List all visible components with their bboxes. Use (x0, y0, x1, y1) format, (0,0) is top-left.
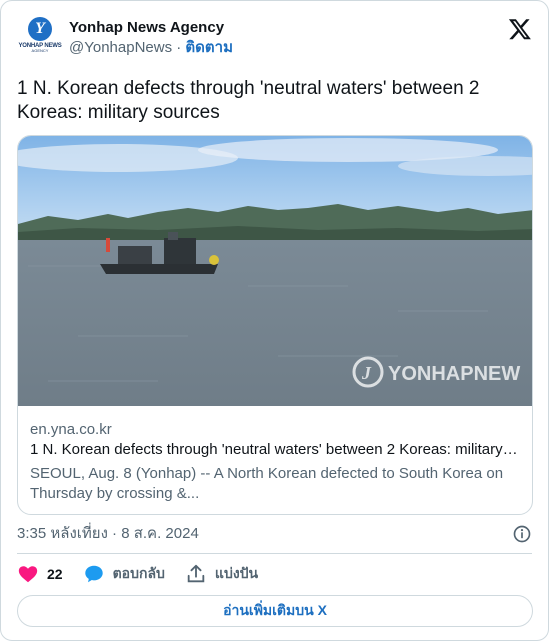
tweet-header: Y YONHAP NEWS AGENCY Yonhap News Agency … (17, 15, 532, 63)
display-name[interactable]: Yonhap News Agency (69, 18, 233, 38)
link-description: SEOUL, Aug. 8 (Yonhap) -- A North Korean… (30, 465, 504, 502)
yonhap-logo-icon: Y (28, 17, 52, 41)
link-meta: en.yna.co.kr 1 N. Korean defects through… (30, 420, 520, 504)
follow-link[interactable]: ติดตาม (185, 39, 233, 56)
link-preview-image[interactable]: J YONHAPNEW (18, 136, 533, 406)
share-label: แบ่งปัน (214, 565, 259, 581)
tweet-embed-card: Y YONHAP NEWS AGENCY Yonhap News Agency … (0, 0, 549, 641)
share-button[interactable]: แบ่งปัน (185, 563, 258, 585)
like-count: 22 (47, 566, 63, 582)
avatar[interactable]: Y YONHAP NEWS AGENCY (17, 15, 63, 61)
link-title[interactable]: 1 N. Korean defects through 'neutral wat… (30, 440, 520, 460)
timestamp-row: 3:35 หลังเที่ยง · 8 ส.ค. 2024 (17, 523, 532, 545)
info-icon[interactable] (512, 524, 532, 544)
reply-button[interactable]: ตอบกลับ (83, 563, 165, 585)
avatar-subtext: AGENCY (31, 48, 49, 53)
reply-bubble-icon (84, 565, 103, 583)
separator: · (172, 39, 186, 56)
divider (17, 553, 532, 554)
svg-text:J: J (361, 363, 372, 383)
heart-icon (18, 566, 38, 583)
like-button[interactable]: 22 (17, 563, 63, 585)
action-bar: 22 ตอบกลับ แบ่งปัน (17, 561, 278, 587)
link-preview-card[interactable]: J YONHAPNEW en.yna.co.kr 1 N. Korean def… (17, 135, 533, 515)
read-more-button[interactable]: อ่านเพิ่มเติมบน X (17, 595, 533, 627)
tweet-text: 1 N. Korean defects through 'neutral wat… (17, 78, 480, 123)
link-domain: en.yna.co.kr (30, 421, 112, 438)
handle[interactable]: @YonhapNews (69, 39, 172, 56)
svg-text:YONHAPNEW: YONHAPNEW (388, 363, 520, 385)
x-logo-icon[interactable] (508, 17, 532, 41)
timestamp[interactable]: 3:35 หลังเที่ยง · 8 ส.ค. 2024 (17, 525, 199, 542)
handle-line: @YonhapNews · ติดตาม (69, 38, 233, 58)
reply-label: ตอบกลับ (112, 565, 165, 581)
account-names: Yonhap News Agency @YonhapNews · ติดตาม (69, 18, 233, 58)
share-icon (187, 564, 205, 583)
